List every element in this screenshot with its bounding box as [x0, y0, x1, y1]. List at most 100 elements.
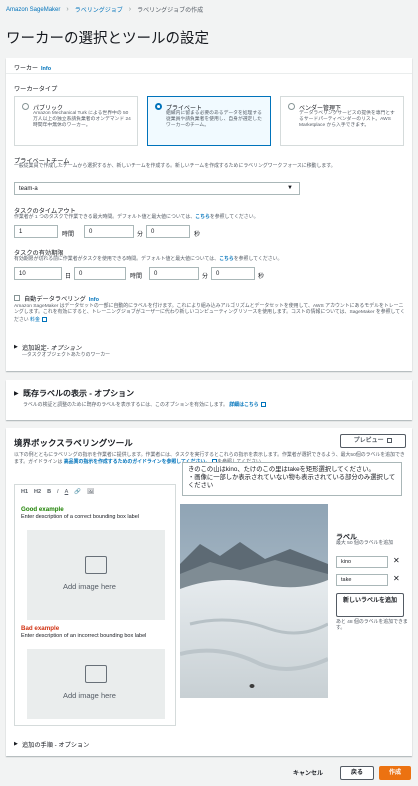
- bold-button[interactable]: B: [47, 489, 51, 495]
- worker-type-public[interactable]: パブリック Amazon Mechanical Turk による世界中の 50 …: [14, 96, 138, 146]
- expiry-label: タスクの有効期限: [14, 250, 64, 257]
- breadcrumb-sagemaker[interactable]: Amazon SageMaker: [6, 7, 60, 13]
- image-icon[interactable]: 🖼: [87, 489, 94, 495]
- add-image-label: Add image here: [63, 582, 116, 591]
- existing-labels-title[interactable]: 既存ラベルの表示 - オプション: [23, 388, 134, 399]
- additional-settings-toggle[interactable]: 追加設定- オプション: [22, 343, 81, 352]
- expand-caret-icon[interactable]: ▶: [14, 390, 19, 397]
- timeout-label: タスクのタイムアウト: [14, 208, 76, 215]
- short-instructions-textarea[interactable]: きのこの山はkino、たけのこの里はtakeを矩形選択してください。 ・画像に一…: [182, 462, 402, 496]
- workers-panel-header: ワーカー Info: [6, 58, 412, 74]
- workers-panel: ワーカー Info ワーカータイプ パブリック Amazon Mechanical…: [6, 58, 412, 371]
- snow-photo: [180, 504, 328, 698]
- expiry-seconds-unit: 秒: [258, 274, 265, 280]
- expiry-hours-input[interactable]: 0: [74, 267, 126, 280]
- bad-example-image[interactable]: Add image here: [27, 649, 165, 719]
- timeout-hours-unit: 時間: [62, 232, 75, 238]
- remove-label-icon[interactable]: ✕: [393, 556, 400, 565]
- tile-desc: Amazon Mechanical Turk による世界中の 50 万人以上の独…: [33, 111, 131, 128]
- auto-labeling-checkbox[interactable]: [14, 295, 20, 301]
- tool-panel: 境界ボックスラベリングツール プレビュー 以下の例とともにラベリングの指示を作業…: [6, 428, 412, 756]
- existing-labels-learn-more[interactable]: 詳細はこちら: [229, 403, 258, 408]
- expiry-days-input[interactable]: 10: [14, 267, 62, 280]
- caret-down-icon: ▼: [287, 185, 293, 191]
- good-example-image[interactable]: Add image here: [27, 530, 165, 620]
- good-example-desc: Enter description of a correct bounding …: [21, 514, 140, 520]
- worker-type-private[interactable]: プライベート 組織内に留まる必要のあるデータを処理する従業員や請負業者を使用し、…: [147, 96, 271, 146]
- breadcrumb: Amazon SageMaker › ラベリングジョブ › ラベリングジョブの作…: [6, 5, 203, 14]
- radio-public[interactable]: [22, 103, 29, 110]
- external-link-icon: [387, 437, 393, 443]
- additional-settings-desc: —タスクオブジェクトあたりのワーカー: [22, 353, 111, 358]
- auto-labeling-info-link[interactable]: Info: [89, 297, 99, 303]
- auto-labeling-title: 自動データラベリング: [24, 296, 86, 303]
- worker-type-label: ワーカータイプ: [14, 86, 58, 93]
- expiry-seconds-input[interactable]: 0: [211, 267, 255, 280]
- timeout-desc: 作業者が 1 つのタスクで作業できる最大時間。デフォルト値と最大値については、こ…: [14, 215, 404, 221]
- tool-title: 境界ボックスラベリングツール: [14, 438, 133, 448]
- breadcrumb-current: ラベリングジョブの作成: [137, 8, 204, 14]
- remove-label-icon[interactable]: ✕: [393, 574, 400, 583]
- expiry-desc-post: を参照してください。: [233, 257, 283, 262]
- private-team-value: team-a: [19, 186, 38, 192]
- chevron-right-icon: ›: [128, 6, 132, 13]
- private-team-desc: 一般従業員で作成したチームから選択するか、新しいチームを作成する。新しいチームを…: [14, 164, 336, 169]
- label-input-kino[interactable]: kino: [336, 556, 388, 568]
- timeout-minutes-input[interactable]: 0: [84, 225, 134, 238]
- existing-labels-desc-text: ラベルの検証と調整のために既存のラベルを表示するには、このオプションを有効にしま…: [23, 402, 228, 408]
- create-button[interactable]: 作成: [379, 766, 411, 780]
- text-color-button[interactable]: A: [65, 489, 69, 495]
- back-button[interactable]: 戻る: [340, 766, 374, 780]
- heading2-button[interactable]: H2: [34, 489, 41, 495]
- bad-example-desc: Enter description of an incorrect boundi…: [21, 633, 147, 639]
- breadcrumb-labeling-jobs[interactable]: ラベリングジョブ: [75, 5, 123, 14]
- private-team-select[interactable]: team-a ▼: [14, 182, 300, 195]
- page-title: ワーカーの選択とツールの設定: [6, 31, 209, 47]
- bad-example-title: Bad example: [21, 625, 60, 632]
- external-link-icon: [41, 316, 47, 322]
- heading1-button[interactable]: H1: [21, 489, 28, 495]
- additional-settings-label: 追加設定: [22, 345, 47, 352]
- tile-desc: 組織内に留まる必要のあるデータを処理する従業員や請負業者を使用し、自身が選定した…: [166, 111, 262, 128]
- worker-type-vendor[interactable]: ベンダー管理下 データラベリングサービスの提供を専門とするサードパーティベンダー…: [280, 96, 404, 146]
- italic-button[interactable]: I: [57, 489, 59, 495]
- tile-desc: データラベリングサービスの提供を専門とするサードパーティベンダーのリスト。AWS…: [299, 111, 395, 128]
- instructions-editor[interactable]: H1 H2 B I A 🔗 🖼 Good example Enter descr…: [14, 484, 176, 726]
- expiry-desc-link[interactable]: こちら: [219, 257, 234, 262]
- expand-caret-icon[interactable]: ▶: [14, 344, 18, 350]
- auto-labeling-desc: Amazon SageMaker はデータセットの一部に自動的にラベルを付けます…: [14, 304, 406, 324]
- image-placeholder-icon: [85, 665, 107, 683]
- add-image-label: Add image here: [63, 691, 116, 700]
- link-icon[interactable]: 🔗: [74, 489, 81, 495]
- expand-caret-icon[interactable]: ▶: [14, 741, 18, 747]
- cancel-button[interactable]: キャンセル: [286, 767, 330, 781]
- external-link-icon: [260, 402, 266, 407]
- chevron-right-icon: ›: [66, 6, 69, 13]
- pricing-link[interactable]: 料金: [30, 317, 40, 322]
- timeout-minutes-unit: 分: [137, 232, 144, 238]
- auto-labeling-label: 自動データラベリング Info: [24, 294, 99, 303]
- expiry-minutes-unit: 分: [202, 274, 209, 280]
- additional-steps-toggle[interactable]: 追加の手順 - オプション: [22, 740, 89, 749]
- radio-vendor[interactable]: [288, 103, 295, 110]
- timeout-seconds-unit: 秒: [194, 232, 201, 238]
- good-example-title: Good example: [21, 506, 64, 513]
- add-label-button[interactable]: 新しいラベルを追加: [336, 593, 404, 617]
- editor-toolbar: H1 H2 B I A 🔗 🖼: [15, 485, 175, 499]
- expiry-hours-unit: 時間: [130, 274, 143, 280]
- expiry-desc: 有効期限が切れる前に作業者がタスクを使用できる時間。デフォルト値と最大値について…: [14, 257, 404, 263]
- existing-labels-desc: ラベルの検証と調整のために既存のラベルを表示するには、このオプションを有効にしま…: [23, 402, 266, 409]
- timeout-seconds-input[interactable]: 0: [146, 225, 190, 238]
- radio-private[interactable]: [155, 103, 162, 110]
- labels-remaining: あと 48 個のラベルを追加できます。: [336, 620, 408, 632]
- timeout-desc-link[interactable]: こちら: [195, 215, 210, 220]
- label-input-take[interactable]: take: [336, 574, 388, 586]
- labels-sub: 最大 50 個のラベルを追加: [336, 541, 394, 546]
- workers-info-link[interactable]: Info: [41, 66, 51, 72]
- timeout-desc-text: 作業者が 1 つのタスクで作業できる最大時間。デフォルト値と最大値については、: [14, 215, 196, 220]
- existing-labels-panel: ▶ 既存ラベルの表示 - オプション ラベルの検証と調整のために既存のラベルを表…: [6, 380, 412, 420]
- timeout-hours-input[interactable]: 1: [14, 225, 58, 238]
- preview-button[interactable]: プレビュー: [340, 434, 406, 448]
- expiry-minutes-input[interactable]: 0: [149, 267, 199, 280]
- sample-image: [180, 504, 328, 698]
